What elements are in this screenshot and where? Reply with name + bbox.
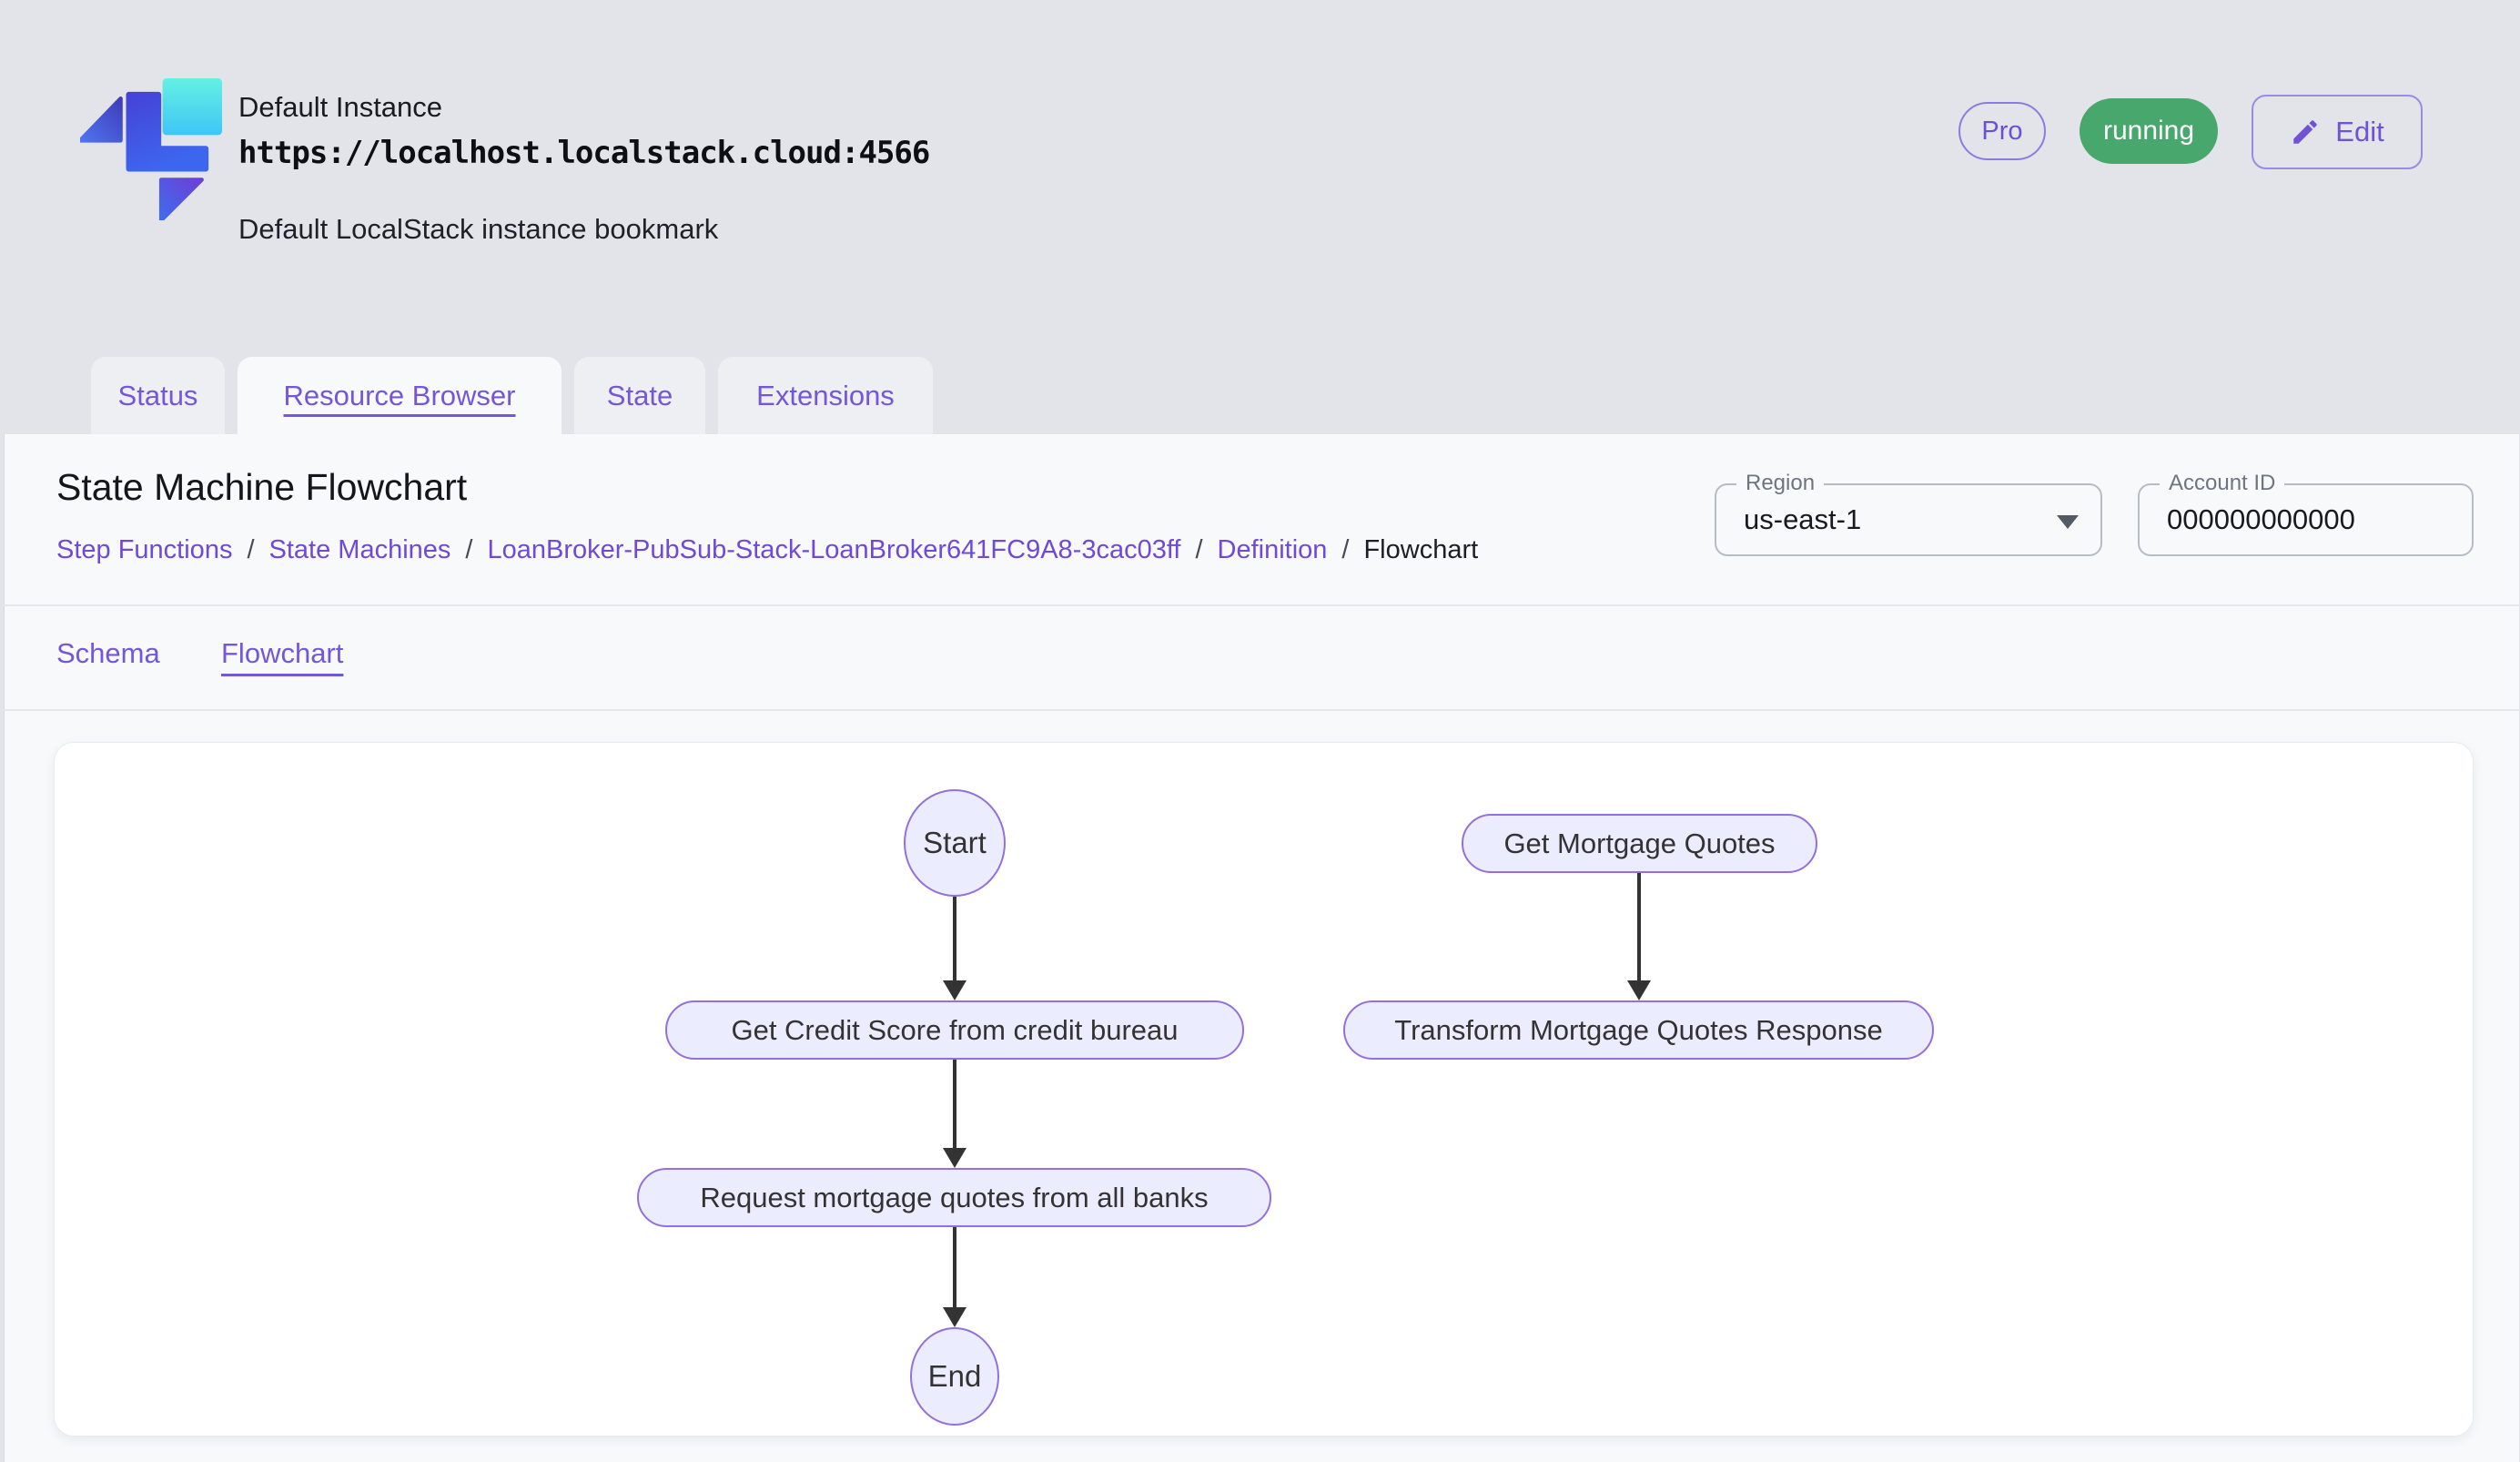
flowchart-node-request-quotes: Request mortgage quotes from all banks xyxy=(637,1168,1271,1227)
edit-button[interactable]: Edit xyxy=(2252,95,2423,169)
region-select-value: us-east-1 xyxy=(1744,485,1861,554)
flowchart-canvas: Start Get Mortgage Quotes Get Credit Sco… xyxy=(54,742,2474,1437)
breadcrumb-separator: / xyxy=(247,535,254,565)
divider xyxy=(4,709,2520,711)
instance-title: Default Instance xyxy=(238,91,929,124)
flowchart-edge-start-to-credit xyxy=(953,897,956,982)
flowchart-node-get-mortgage-quotes: Get Mortgage Quotes xyxy=(1462,814,1817,873)
arrowhead-icon xyxy=(943,1307,967,1327)
breadcrumb-state-machine-name[interactable]: LoanBroker-PubSub-Stack-LoanBroker641FC9… xyxy=(487,535,1180,565)
arrowhead-icon xyxy=(943,1148,967,1168)
pro-badge: Pro xyxy=(1958,102,2046,160)
breadcrumb-separator: / xyxy=(1195,535,1202,565)
page-title: State Machine Flowchart xyxy=(56,466,467,509)
arrowhead-icon xyxy=(943,980,967,1000)
breadcrumb-state-machines[interactable]: State Machines xyxy=(269,535,451,565)
chevron-down-icon xyxy=(2057,515,2079,529)
tab-extensions[interactable]: Extensions xyxy=(718,357,933,435)
region-select[interactable]: Region us-east-1 xyxy=(1715,483,2102,556)
account-id-field: Account ID xyxy=(2138,483,2474,556)
tab-status[interactable]: Status xyxy=(91,357,225,435)
flowchart-node-transform-response: Transform Mortgage Quotes Response xyxy=(1343,1000,1934,1060)
pencil-icon xyxy=(2290,117,2321,147)
flowchart-node-start: Start xyxy=(904,789,1006,897)
flowchart-node-get-credit-score: Get Credit Score from credit bureau xyxy=(665,1000,1244,1060)
divider xyxy=(4,604,2520,606)
status-badge: running xyxy=(2080,98,2218,164)
flowchart-edge-quotes-to-transform xyxy=(1637,873,1641,982)
edit-button-label: Edit xyxy=(2335,116,2383,148)
breadcrumb-separator: / xyxy=(1341,535,1349,565)
instance-info: Default Instance https://localhost.local… xyxy=(238,91,929,246)
instance-url: https://localhost.localstack.cloud:4566 xyxy=(238,135,929,171)
breadcrumb: Step Functions / State Machines / LoanBr… xyxy=(56,535,1478,565)
subtab-flowchart[interactable]: Flowchart xyxy=(221,637,343,670)
subtab-schema[interactable]: Schema xyxy=(56,637,160,670)
breadcrumb-separator: / xyxy=(465,535,472,565)
account-id-input[interactable] xyxy=(2140,485,2472,554)
flowchart-edge-request-to-end xyxy=(953,1227,956,1309)
flowchart-edge-credit-to-request xyxy=(953,1060,956,1150)
localstack-app-window: Default Instance https://localhost.local… xyxy=(0,0,2520,1462)
instance-description: Default LocalStack instance bookmark xyxy=(238,213,929,246)
flowchart-node-end: End xyxy=(910,1327,999,1426)
breadcrumb-definition[interactable]: Definition xyxy=(1218,535,1328,565)
tab-resource-browser[interactable]: Resource Browser xyxy=(238,357,562,435)
breadcrumb-step-functions[interactable]: Step Functions xyxy=(56,535,232,565)
arrowhead-icon xyxy=(1627,980,1651,1000)
localstack-logo xyxy=(80,78,222,220)
breadcrumb-flowchart: Flowchart xyxy=(1363,535,1478,565)
tab-state[interactable]: State xyxy=(574,357,705,435)
